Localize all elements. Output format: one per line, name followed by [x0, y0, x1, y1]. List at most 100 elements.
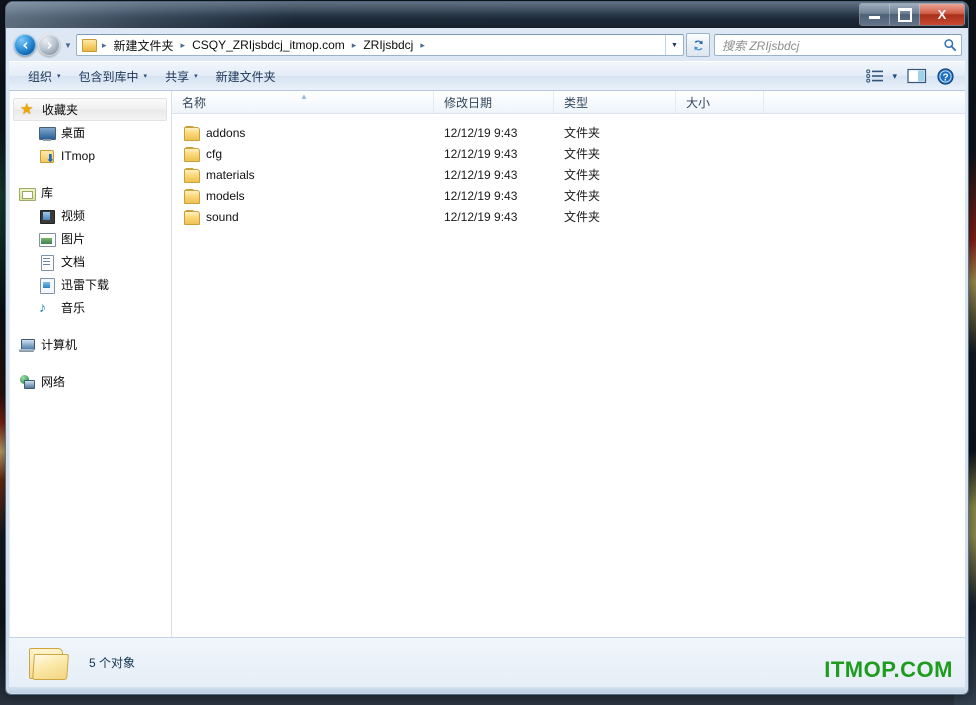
address-folder-icon [81, 38, 97, 52]
sidebar-item-label: 图片 [61, 232, 86, 246]
folder-icon [184, 188, 200, 204]
address-dropdown-button[interactable]: ▼ [665, 35, 683, 55]
sidebar-item-network[interactable]: 网络 [9, 370, 171, 393]
file-type-cell: 文件夹 [564, 210, 601, 224]
column-header-label: 大小 [686, 95, 711, 110]
file-name-cell[interactable]: materials [172, 164, 434, 185]
video-library-icon [39, 208, 55, 224]
sidebar-item-computer[interactable]: 计算机 [9, 333, 171, 356]
chevron-down-icon: ▼ [64, 40, 72, 50]
file-date-cell: 12/12/19 9:43 [444, 125, 518, 140]
sidebar-item-favorites[interactable]: ★ 收藏夹 [13, 98, 167, 121]
breadcrumb-item-2[interactable]: ZRIjsbdcj [359, 36, 417, 54]
table-row[interactable]: sound 12/12/19 9:43 文件夹 [172, 206, 965, 227]
maximize-icon [897, 7, 912, 22]
sidebar-item-music[interactable]: ♪ 音乐 [9, 296, 171, 319]
new-folder-button[interactable]: 新建文件夹 [207, 64, 285, 89]
file-type-cell: 文件夹 [564, 189, 601, 203]
sidebar-item-documents[interactable]: 文档 [9, 250, 171, 273]
sidebar-item-label: 音乐 [61, 301, 86, 315]
refresh-icon [693, 39, 703, 50]
view-options-button[interactable]: ▾ [861, 67, 902, 85]
minimize-icon [869, 16, 880, 19]
sidebar-item-label: 视频 [61, 209, 86, 223]
search-box[interactable]: 搜索 ZRIjsbdcj [714, 34, 962, 56]
file-size-cell [676, 143, 764, 164]
include-in-library-button[interactable]: 包含到库中 ▾ [70, 64, 157, 89]
close-button[interactable]: X [920, 4, 964, 25]
explorer-window: X ▼ ▸ 新建文件夹 ▸ CSQY_ZRIjsbdcj_itmop.com ▸… [6, 2, 968, 694]
search-icon[interactable] [943, 38, 957, 52]
folder-icon [184, 146, 200, 162]
sidebar-item-label: 收藏夹 [42, 103, 79, 117]
column-header-label: 名称 [182, 95, 207, 110]
status-bar: 5 个对象 ITMOP.COM [9, 637, 965, 687]
file-name: cfg [206, 146, 223, 161]
sidebar-item-label: 桌面 [61, 126, 86, 140]
table-row[interactable]: materials 12/12/19 9:43 文件夹 [172, 164, 965, 185]
sidebar-item-xunlei-download[interactable]: 迅雷下载 [9, 273, 171, 296]
file-date-cell: 12/12/19 9:43 [444, 167, 518, 182]
organize-button[interactable]: 组织 ▾ [19, 64, 70, 89]
desktop-icon [39, 125, 56, 141]
file-name-cell[interactable]: models [172, 185, 434, 206]
chevron-down-icon: ▾ [57, 73, 61, 80]
column-header-date-modified[interactable]: 修改日期 [434, 91, 554, 113]
file-name-cell[interactable]: addons [172, 122, 434, 143]
refresh-button[interactable] [686, 33, 710, 57]
svg-text:?: ? [942, 72, 948, 83]
file-name-cell[interactable]: cfg [172, 143, 434, 164]
sidebar-item-desktop[interactable]: 桌面 [9, 121, 171, 144]
sidebar-item-pictures[interactable]: 图片 [9, 227, 171, 250]
help-button[interactable]: ? [932, 66, 959, 87]
sidebar-item-itmop[interactable]: ⬇ ITmop [9, 144, 171, 167]
sidebar-item-label: 网络 [41, 375, 66, 389]
column-header-size[interactable]: 大小 [676, 91, 764, 113]
breadcrumb-item-1[interactable]: CSQY_ZRIjsbdcj_itmop.com [188, 36, 349, 54]
documents-library-icon [39, 254, 55, 271]
maximize-button[interactable] [890, 4, 920, 25]
download-folder-icon: ⬇ [39, 148, 55, 164]
column-header-type[interactable]: 类型 [554, 91, 676, 113]
sidebar-item-label: 迅雷下载 [61, 278, 110, 292]
file-type-cell: 文件夹 [564, 147, 601, 161]
share-button[interactable]: 共享 ▾ [156, 64, 207, 89]
address-bar[interactable]: ▸ 新建文件夹 ▸ CSQY_ZRIjsbdcj_itmop.com ▸ ZRI… [76, 34, 684, 56]
star-icon: ★ [20, 100, 34, 118]
preview-pane-button[interactable] [902, 66, 932, 86]
sidebar-item-libraries[interactable]: 库 [9, 181, 171, 204]
file-name: addons [206, 125, 246, 140]
forward-button[interactable] [38, 34, 60, 56]
organize-label: 组织 [28, 69, 53, 84]
back-button[interactable] [14, 34, 36, 56]
folder-icon [27, 646, 69, 680]
chevron-down-icon: ▾ [892, 70, 897, 81]
column-header-name[interactable]: 名称 ▲ [172, 91, 434, 113]
chevron-down-icon: ▾ [194, 73, 198, 80]
command-bar: 组织 ▾ 包含到库中 ▾ 共享 ▾ 新建文件夹 ▾ ? [9, 61, 965, 91]
file-size-cell [676, 206, 764, 227]
file-type-cell: 文件夹 [564, 168, 601, 182]
table-row[interactable]: cfg 12/12/19 9:43 文件夹 [172, 143, 965, 164]
explorer-body: ★ 收藏夹 桌面 ⬇ ITmop 库 视频 图片 文档 迅雷下载 ♪ 音乐 计算… [9, 91, 965, 637]
forward-arrow-icon [47, 41, 52, 49]
computer-icon [19, 337, 35, 353]
file-name-cell[interactable]: sound [172, 206, 434, 227]
close-icon: X [937, 7, 947, 22]
table-row[interactable]: models 12/12/19 9:43 文件夹 [172, 185, 965, 206]
sidebar-item-videos[interactable]: 视频 [9, 204, 171, 227]
minimize-button[interactable] [860, 4, 890, 25]
sidebar-item-label: 库 [41, 186, 54, 200]
music-library-icon: ♪ [39, 298, 46, 315]
breadcrumb-item-0[interactable]: 新建文件夹 [110, 35, 178, 55]
column-header-row: 名称 ▲ 修改日期 类型 大小 [172, 91, 965, 114]
sidebar-item-label: 计算机 [41, 338, 78, 352]
breadcrumb-separator: ▸ [420, 39, 425, 50]
file-list-top-spacer [172, 114, 965, 122]
history-dropdown-button[interactable]: ▼ [60, 41, 76, 50]
navigation-pane: ★ 收藏夹 桌面 ⬇ ITmop 库 视频 图片 文档 迅雷下载 ♪ 音乐 计算… [9, 91, 172, 637]
status-item-count: 5 个对象 [89, 656, 136, 670]
table-row[interactable]: addons 12/12/19 9:43 文件夹 [172, 122, 965, 143]
